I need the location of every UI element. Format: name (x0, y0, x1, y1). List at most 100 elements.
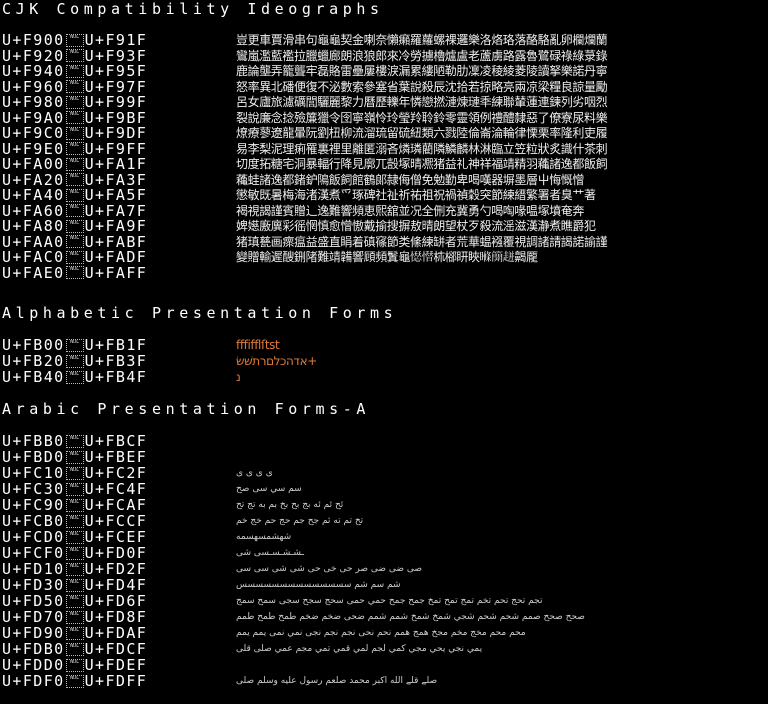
range-end: U+F99F (84, 93, 148, 111)
code-range-label: U+F9C0 NUL U+F9DF (2, 125, 236, 141)
glyph-samples: 燎療蓼遼龍暈阮劉杻柳流溜琉留硫紐類六戮陸倫崙淪輪律慄栗率隆利吏履 (236, 126, 608, 140)
code-range-label: U+FCF0 NUL U+FD0F (2, 545, 236, 561)
range-start: U+FB00 (2, 336, 65, 354)
code-range-row: U+FDB0 NUL U+FDCF يمي نجي يحي مجي كمي لجم ل… (2, 641, 766, 657)
glyph-samples: 裂說廉念捻殮簾獵令囹寧嶺怜玲瑩羚聆鈴零靈領例禮醴隸惡了僚寮尿料樂 (236, 110, 608, 125)
glyph-samples: 婢嬨廒廙彩徭惘慎愈憎慠戴揄搜摒敖晴朗望杖歹殺流滛滋漢瀞煮瞧爵犯 (236, 219, 596, 233)
range-end: U+FDFF (84, 672, 148, 690)
glyph-samples: 呂女廬旅濾礪閭驪麗黎力曆歷轢年憐戀撚漣煉璉秊練聯輦蓮連鍊列劣咽烈 (236, 95, 608, 109)
nul-glyph-box: NUL (65, 157, 84, 171)
nul-glyph-box: NUL (65, 626, 84, 640)
glyph-samples: ـشـشـسـسی شی (236, 548, 305, 558)
glyph-samples: محم محم مخج مخم مجخ همج همم نحم نحى نجم … (236, 628, 526, 638)
code-range-row: U+FA80 NUL U+FA9F 婢嬨廒廙彩徭惘慎愈憎慠戴揄搜摒敖晴朗望杖歹殺流滛滋… (2, 218, 766, 234)
code-range-label: U+FD30 NUL U+FD4F (2, 577, 236, 593)
range-end: U+F91F (84, 31, 148, 49)
code-range-row: U+FA40 NUL U+FA5F 懲敏既暑梅海渚漢煮爫琢碑社祉祈祐祖祝禍禎穀突節練縉… (2, 187, 766, 203)
nul-glyph-box: NUL (65, 266, 84, 279)
code-range-label: U+FDF0 NUL U+FDFF (2, 673, 236, 689)
code-range-label: U+FCB0 NUL U+FCCF (2, 513, 236, 529)
code-range-label: U+F980 NUL U+F99F (2, 94, 236, 110)
code-range-row: U+FC10 NUL U+FC2F ی ی ى ى (2, 465, 766, 481)
code-range-label: U+FD10 NUL U+FD2F (2, 561, 236, 577)
code-range-row: U+FB00 NUL U+FB1F fffifflſtst (2, 337, 766, 353)
code-range-row: U+FCF0 NUL U+FD0F ـشـشـسـسی شی (2, 545, 766, 561)
code-range-label: U+FCD0 NUL U+FCEF (2, 529, 236, 545)
nul-glyph-box: NUL (65, 642, 84, 656)
code-range-row: U+FA00 NUL U+FA1F 切度拓糖宅洞暴輻行降見廓兀嗀塚晴凞猪益礼神祥福靖精… (2, 156, 766, 172)
glyph-samples: تخ تم ته ثم جح جم حج حم خج خم (236, 516, 364, 526)
code-range-row: U+F940 NUL U+F95F 鹿論壟弄籠聾牢磊賂雷壘屢樓淚漏累縷陋勒肋凜凌稜綾菱… (2, 63, 766, 79)
range-end: U+F95F (84, 62, 148, 80)
code-range-label: U+FC10 NUL U+FC2F (2, 465, 236, 481)
range-start: U+FDF0 (2, 672, 65, 690)
nul-glyph-box: NUL (65, 546, 84, 560)
nul-glyph-box: NUL (65, 173, 84, 186)
nul-glyph-box: NUL (65, 594, 84, 608)
glyph-samples: شم سم شم سسسسسسسسسسسسسس (236, 580, 401, 590)
nul-glyph-box: NUL (65, 33, 84, 47)
glyph-samples: 變贈輸遲醙鉶陼難靖韛響頋頻鬒龜𢡊𢡄𣏕㮝䀘䀹𥉉𥳐𧻓齃龎 (236, 250, 538, 264)
code-range-row: U+FDD0 NUL U+FDEF (2, 657, 766, 673)
glyph-samples: صحح صحح صمم شحم شحم شجي شمخ شمخ شمم شمم … (236, 612, 585, 622)
code-range-row: U+FBB0 NUL U+FBCF (2, 433, 766, 449)
range-start: U+FCB0 (2, 512, 65, 530)
code-range-row: U+FD10 NUL U+FD2F صی ضی ضی صر حی خی حی شی ش… (2, 561, 766, 577)
range-start: U+FC10 (2, 464, 65, 482)
range-start: U+FA00 (2, 155, 65, 173)
glyph-samples: 蘒蛙諸逸都鍺鈩隝飯飼館鶴郞隷侮僧免勉勤卑喝嘆器塀墨層屮悔慨憎 (236, 172, 585, 187)
code-range-label: U+FBD0 NUL U+FBEF (2, 449, 236, 465)
range-start: U+FA40 (2, 186, 65, 204)
range-start: U+FB20 (2, 352, 65, 370)
nul-glyph-box: NUL (65, 578, 84, 592)
nul-glyph-box: NUL (65, 370, 84, 384)
nul-glyph-box: NUL (65, 466, 84, 480)
range-start: U+FA80 (2, 217, 65, 235)
range-end: U+FDCF (84, 640, 148, 658)
range-end: U+FCAF (84, 496, 148, 514)
range-end: U+FBEF (84, 448, 148, 466)
code-range-label: U+FDB0 NUL U+FDCF (2, 641, 236, 657)
nul-glyph-box: NUL (65, 111, 84, 124)
glyph-samples: 褐視謁謹賓贈辶逸難響頻恵𤋮舘並况全侀充冀勇勺喝啕喙嗢塚墳奄奔 (236, 203, 585, 218)
nul-glyph-box: NUL (65, 514, 84, 528)
code-range-label: U+FDD0 NUL U+FDEF (2, 657, 236, 673)
nul-glyph-box: NUL (65, 338, 84, 352)
code-range-label: U+FD50 NUL U+FD6F (2, 593, 236, 609)
nul-glyph-box: NUL (65, 64, 84, 78)
range-start: U+FBB0 (2, 432, 65, 450)
range-end: U+FD4F (84, 576, 148, 594)
nul-glyph-box: NUL (65, 80, 84, 93)
range-start: U+FB40 (2, 368, 65, 386)
glyph-samples: سم سي سی صح (236, 484, 302, 494)
range-start: U+F900 (2, 31, 65, 49)
range-end: U+FB4F (84, 368, 148, 386)
code-range-label: U+FC90 NUL U+FCAF (2, 497, 236, 513)
nul-glyph-box: NUL (65, 354, 84, 368)
range-end: U+FAFF (84, 263, 148, 282)
glyph-samples: يمي نجي يحي مجي كمي لجم لمي قمي تمي مجم … (236, 644, 483, 654)
code-range-row: U+FC90 NUL U+FCAF ئح ئم ئه بج بح بخ بم به ت… (2, 497, 766, 513)
range-end: U+FD2F (84, 560, 148, 578)
nul-glyph-box: NUL (65, 562, 84, 576)
range-start: U+FAC0 (2, 248, 65, 266)
range-start: U+F9C0 (2, 124, 65, 142)
code-range-row: U+FD90 NUL U+FDAF محم محم مخج مخم مجخ همج ه… (2, 625, 766, 641)
nul-glyph-box: NUL (65, 250, 84, 264)
code-range-row: U+FB40 NUL U+FB4F נ (2, 369, 766, 385)
code-range-row: U+FC30 NUL U+FC4F سم سي سی صح (2, 481, 766, 497)
range-start: U+FD10 (2, 560, 65, 578)
code-range-label: U+FD70 NUL U+FD8F (2, 609, 236, 625)
glyph-samples: تجم تحج تحم تخم تمج تمح تمخ جمح جمح حمي … (236, 596, 543, 606)
code-range-label: U+FBB0 NUL U+FBCF (2, 433, 236, 449)
glyph-samples: 豈更車賈滑串句龜龜契金喇奈懶癩羅蘿螺裸邏樂洛烙珞落酪駱亂卵欄爛蘭 (236, 33, 608, 47)
nul-glyph-box: NUL (65, 674, 84, 688)
range-start: U+FC90 (2, 496, 65, 514)
range-end: U+FDEF (84, 656, 148, 674)
glyph-samples: ی ی ى ى (236, 468, 273, 478)
range-end: U+FCEF (84, 528, 148, 546)
glyph-samples: 切度拓糖宅洞暴輻行降見廓兀嗀塚晴凞猪益礼神祥福靖精羽蘒諸逸都飯飼 (236, 157, 608, 171)
code-range-label: U+FB40 NUL U+FB4F (2, 369, 236, 385)
glyph-samples: شهشمسهسمه (236, 532, 292, 542)
glyph-samples: 猪瑱甆画瘝瘟益盛直睊着磌窱節类絛練缾者荒華蝹襁覆視調諸請謁諾諭謹 (236, 234, 608, 249)
